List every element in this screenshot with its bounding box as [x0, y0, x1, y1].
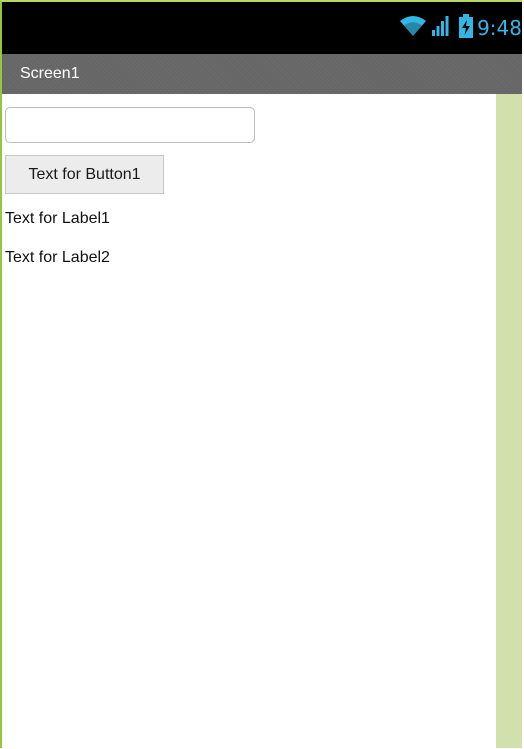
- status-time: 9:48: [477, 16, 522, 40]
- battery-charging-icon: [459, 13, 474, 43]
- screen-title: Screen1: [20, 65, 80, 82]
- status-icons: 9:48: [399, 13, 522, 43]
- title-bar: Screen1: [2, 54, 522, 94]
- label2: Text for Label2: [5, 249, 110, 266]
- button1[interactable]: Text for Button1: [5, 155, 164, 194]
- status-bar: 9:48: [2, 2, 522, 54]
- cell-signal-icon: [431, 15, 449, 42]
- right-side-panel: [496, 94, 522, 748]
- textbox1-input[interactable]: [5, 107, 255, 143]
- phone-preview-frame: 9:48 Screen1 Text for Button1 Text for L…: [0, 0, 522, 748]
- wifi-icon: [399, 15, 427, 42]
- label1: Text for Label1: [5, 210, 110, 227]
- screen-content: Text for Button1 Text for Label1 Text fo…: [2, 94, 496, 748]
